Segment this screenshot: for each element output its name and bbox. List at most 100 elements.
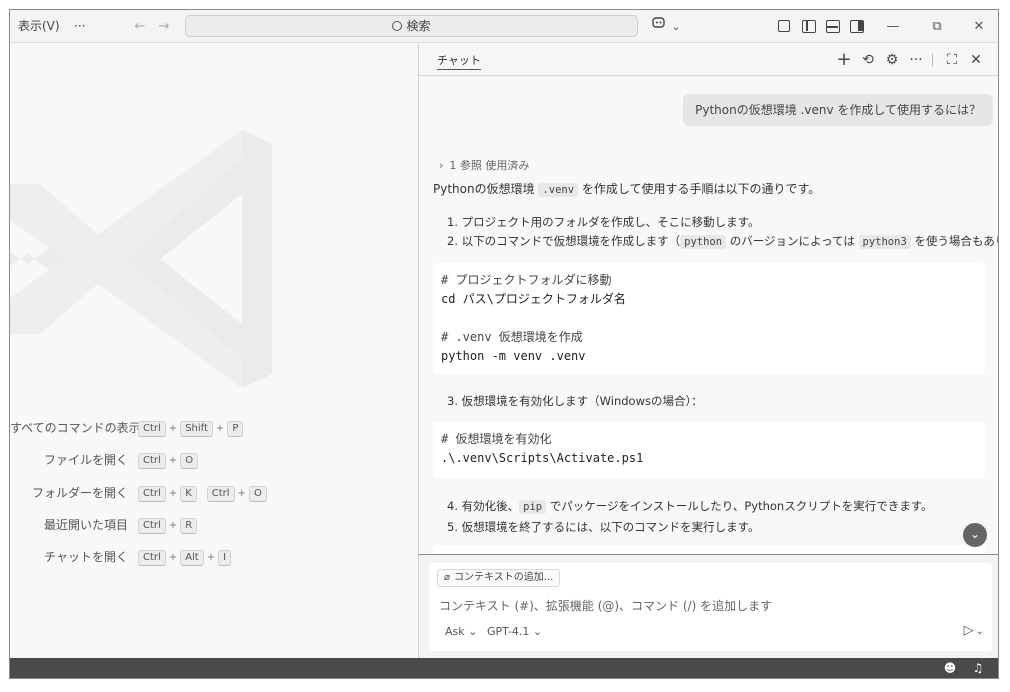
code-block-deactivate[interactable]: [433, 545, 985, 554]
intro-code: .venv: [538, 183, 579, 197]
minimize-button[interactable]: —: [878, 10, 908, 43]
code-line: cd パス\プロジェクトフォルダ名: [441, 292, 626, 306]
references-label: 1 参照 使用済み: [449, 159, 530, 172]
code-line: # 仮想環境を有効化: [441, 432, 552, 446]
step2-text-b: のバージョンによっては: [726, 234, 859, 248]
plus-separator: +: [168, 551, 178, 563]
search-placeholder: 検索: [406, 19, 431, 33]
toggle-panel-icon[interactable]: [826, 20, 840, 33]
keycap: O: [180, 452, 199, 469]
code-line: # プロジェクトフォルダに移動: [441, 273, 612, 287]
history-icon[interactable]: ⟲: [859, 50, 877, 70]
toggle-primary-sidebar-icon[interactable]: [802, 20, 816, 33]
keycap: Ctrl: [138, 420, 166, 437]
shortcut-row[interactable]: ファイルを開く Ctrl + O: [10, 451, 410, 469]
settings-gear-icon[interactable]: ⚙: [883, 50, 901, 70]
keycap: R: [180, 517, 198, 534]
keycap: Ctrl: [138, 517, 166, 534]
shortcut-row[interactable]: すべてのコマンドの表示 Ctrl + Shift + P: [10, 419, 410, 437]
copilot-glyph-icon: [652, 17, 665, 28]
step2-text-c: を使う場合もあります）。: [914, 234, 998, 248]
mode-picker[interactable]: Ask ⌄: [445, 625, 477, 638]
step2-text-a: 2. 以下のコマンドで仮想環境を作成します（: [447, 234, 681, 248]
step4-code-pip: pip: [519, 500, 547, 514]
keycap: Ctrl: [138, 485, 166, 502]
view-menu[interactable]: 表示(V): [18, 10, 60, 43]
step-2: 2. 以下のコマンドで仮想環境を作成します（ python のバージョンによっては…: [447, 233, 998, 249]
close-button[interactable]: ✕: [964, 10, 994, 43]
add-context-button[interactable]: ⌀ コンテキストの追加...: [437, 569, 561, 587]
step-5: 5. 仮想環境を終了するには、以下のコマンドを実行します。: [447, 520, 760, 534]
add-context-label: コンテキストの追加...: [454, 572, 554, 583]
keycap: Ctrl: [138, 549, 166, 566]
copilot-chevron-icon[interactable]: ⌄: [670, 10, 682, 43]
copilot-icon[interactable]: [648, 10, 672, 43]
shortcut-label: 最近開いた項目: [43, 518, 128, 532]
model-picker[interactable]: GPT-4.1 ⌄: [487, 625, 542, 638]
copilot-status-icon[interactable]: ☻: [942, 658, 958, 678]
maximize-button[interactable]: ⧉: [922, 10, 952, 43]
code-line: python -m venv .venv: [441, 349, 586, 363]
command-center-search[interactable]: 検索: [185, 15, 638, 37]
references-toggle[interactable]: › 1 参照 使用済み: [439, 157, 529, 173]
plus-separator: +: [168, 454, 178, 466]
shortcut-label: すべてのコマンドの表示: [10, 421, 141, 435]
send-icon: ▷: [963, 623, 974, 638]
back-arrow-icon[interactable]: ←: [130, 10, 150, 43]
intro-text-a: Pythonの仮想環境: [433, 182, 539, 196]
shortcut-keys: Ctrl + O: [138, 451, 199, 470]
chat-input-box[interactable]: ⌀ コンテキストの追加... コンテキスト (#)、拡張機能 (@)、コマンド (…: [429, 563, 992, 651]
step-4: 4. 有効化後、 pip でパッケージをインストールしたり、Pythonスクリプト…: [447, 498, 933, 514]
keycap: Alt: [180, 549, 204, 566]
new-chat-plus-icon[interactable]: +: [835, 50, 853, 70]
maximize-chat-icon[interactable]: ⛶: [943, 50, 961, 70]
title-bar: 表示(V) ··· ← → 検索 ⌄ — ⧉ ✕: [10, 10, 998, 43]
chevron-down-icon: ⌄: [532, 625, 543, 638]
chat-input-placeholder[interactable]: コンテキスト (#)、拡張機能 (@)、コマンド (/) を追加します: [439, 597, 772, 614]
user-message: Pythonの仮想環境 .venv を作成して使用するには？: [683, 94, 993, 126]
send-button[interactable]: ▷ ⌄: [964, 623, 984, 638]
chevron-right-icon: ›: [439, 159, 444, 172]
toggle-secondary-sidebar-icon[interactable]: [850, 20, 864, 33]
chat-panel: チャット + ⟲ ⚙ ··· ⛶ ✕ Pythonの仮想環境 .venv を作成…: [418, 44, 998, 658]
chevron-down-icon: ⌄: [468, 625, 478, 638]
step4-text-a: 4. 有効化後、: [447, 499, 520, 513]
chevron-down-icon: ⌄: [975, 626, 984, 637]
shortcut-keys: Ctrl + R: [138, 516, 198, 535]
more-actions-icon[interactable]: ···: [907, 50, 925, 70]
vscode-logo-watermark-icon: [10, 130, 272, 388]
keycap: K: [180, 485, 197, 502]
notifications-bell-icon[interactable]: ♫: [970, 658, 986, 678]
shortcut-row[interactable]: チャットを開く Ctrl + Alt + I: [10, 548, 410, 566]
header-divider: [932, 54, 933, 66]
tab-chat[interactable]: チャット: [437, 52, 481, 70]
chat-messages: Pythonの仮想環境 .venv を作成して使用するには？ › 1 参照 使用済…: [419, 77, 998, 555]
plus-separator: +: [168, 422, 178, 434]
answer-intro: Pythonの仮想環境 .venv を作成して使用する手順は以下の通りです。: [433, 180, 820, 197]
plus-separator: +: [168, 487, 178, 499]
code-block-activate[interactable]: # 仮想環境を有効化 .\.venv\Scripts\Activate.ps1: [433, 422, 985, 478]
intro-text-b: を作成して使用する手順は以下の通りです。: [578, 182, 821, 196]
shortcut-label: フォルダーを開く: [31, 486, 128, 500]
code-line: # .venv 仮想環境を作成: [441, 330, 583, 344]
forward-arrow-icon[interactable]: →: [154, 10, 174, 43]
close-chat-icon[interactable]: ✕: [967, 50, 985, 70]
search-icon: [392, 21, 403, 31]
step-3: 3. 仮想環境を有効化します（Windowsの場合）：: [447, 394, 703, 408]
plus-separator: +: [215, 422, 225, 434]
shortcut-label: ファイルを開く: [43, 453, 128, 467]
keycap: I: [218, 549, 232, 566]
paperclip-icon: ⌀: [444, 572, 451, 583]
step4-text-b: でパッケージをインストールしたり、Pythonスクリプトを実行できます。: [546, 499, 933, 513]
customize-layout-icon[interactable]: [778, 20, 790, 32]
shortcut-row[interactable]: フォルダーを開く Ctrl + K Ctrl + O: [10, 484, 410, 502]
model-label: GPT-4.1: [487, 625, 530, 638]
plus-separator: +: [206, 551, 216, 563]
editor-area: すべてのコマンドの表示 Ctrl + Shift + P ファイルを開く Ctrl + O フォルダ…: [10, 44, 418, 658]
shortcut-row[interactable]: 最近開いた項目 Ctrl + R: [10, 516, 410, 534]
step-1: 1. プロジェクト用のフォルダを作成し、そこに移動します。: [447, 215, 760, 229]
scroll-down-button[interactable]: ⌄: [963, 523, 987, 547]
more-menu-button[interactable]: ···: [74, 10, 85, 43]
vscode-window: 表示(V) ··· ← → 検索 ⌄ — ⧉ ✕ すべてのコマンドの表示 Ctrl…: [9, 9, 999, 679]
code-block-create-venv[interactable]: # プロジェクトフォルダに移動 cd パス\プロジェクトフォルダ名 # .ven…: [433, 263, 985, 374]
